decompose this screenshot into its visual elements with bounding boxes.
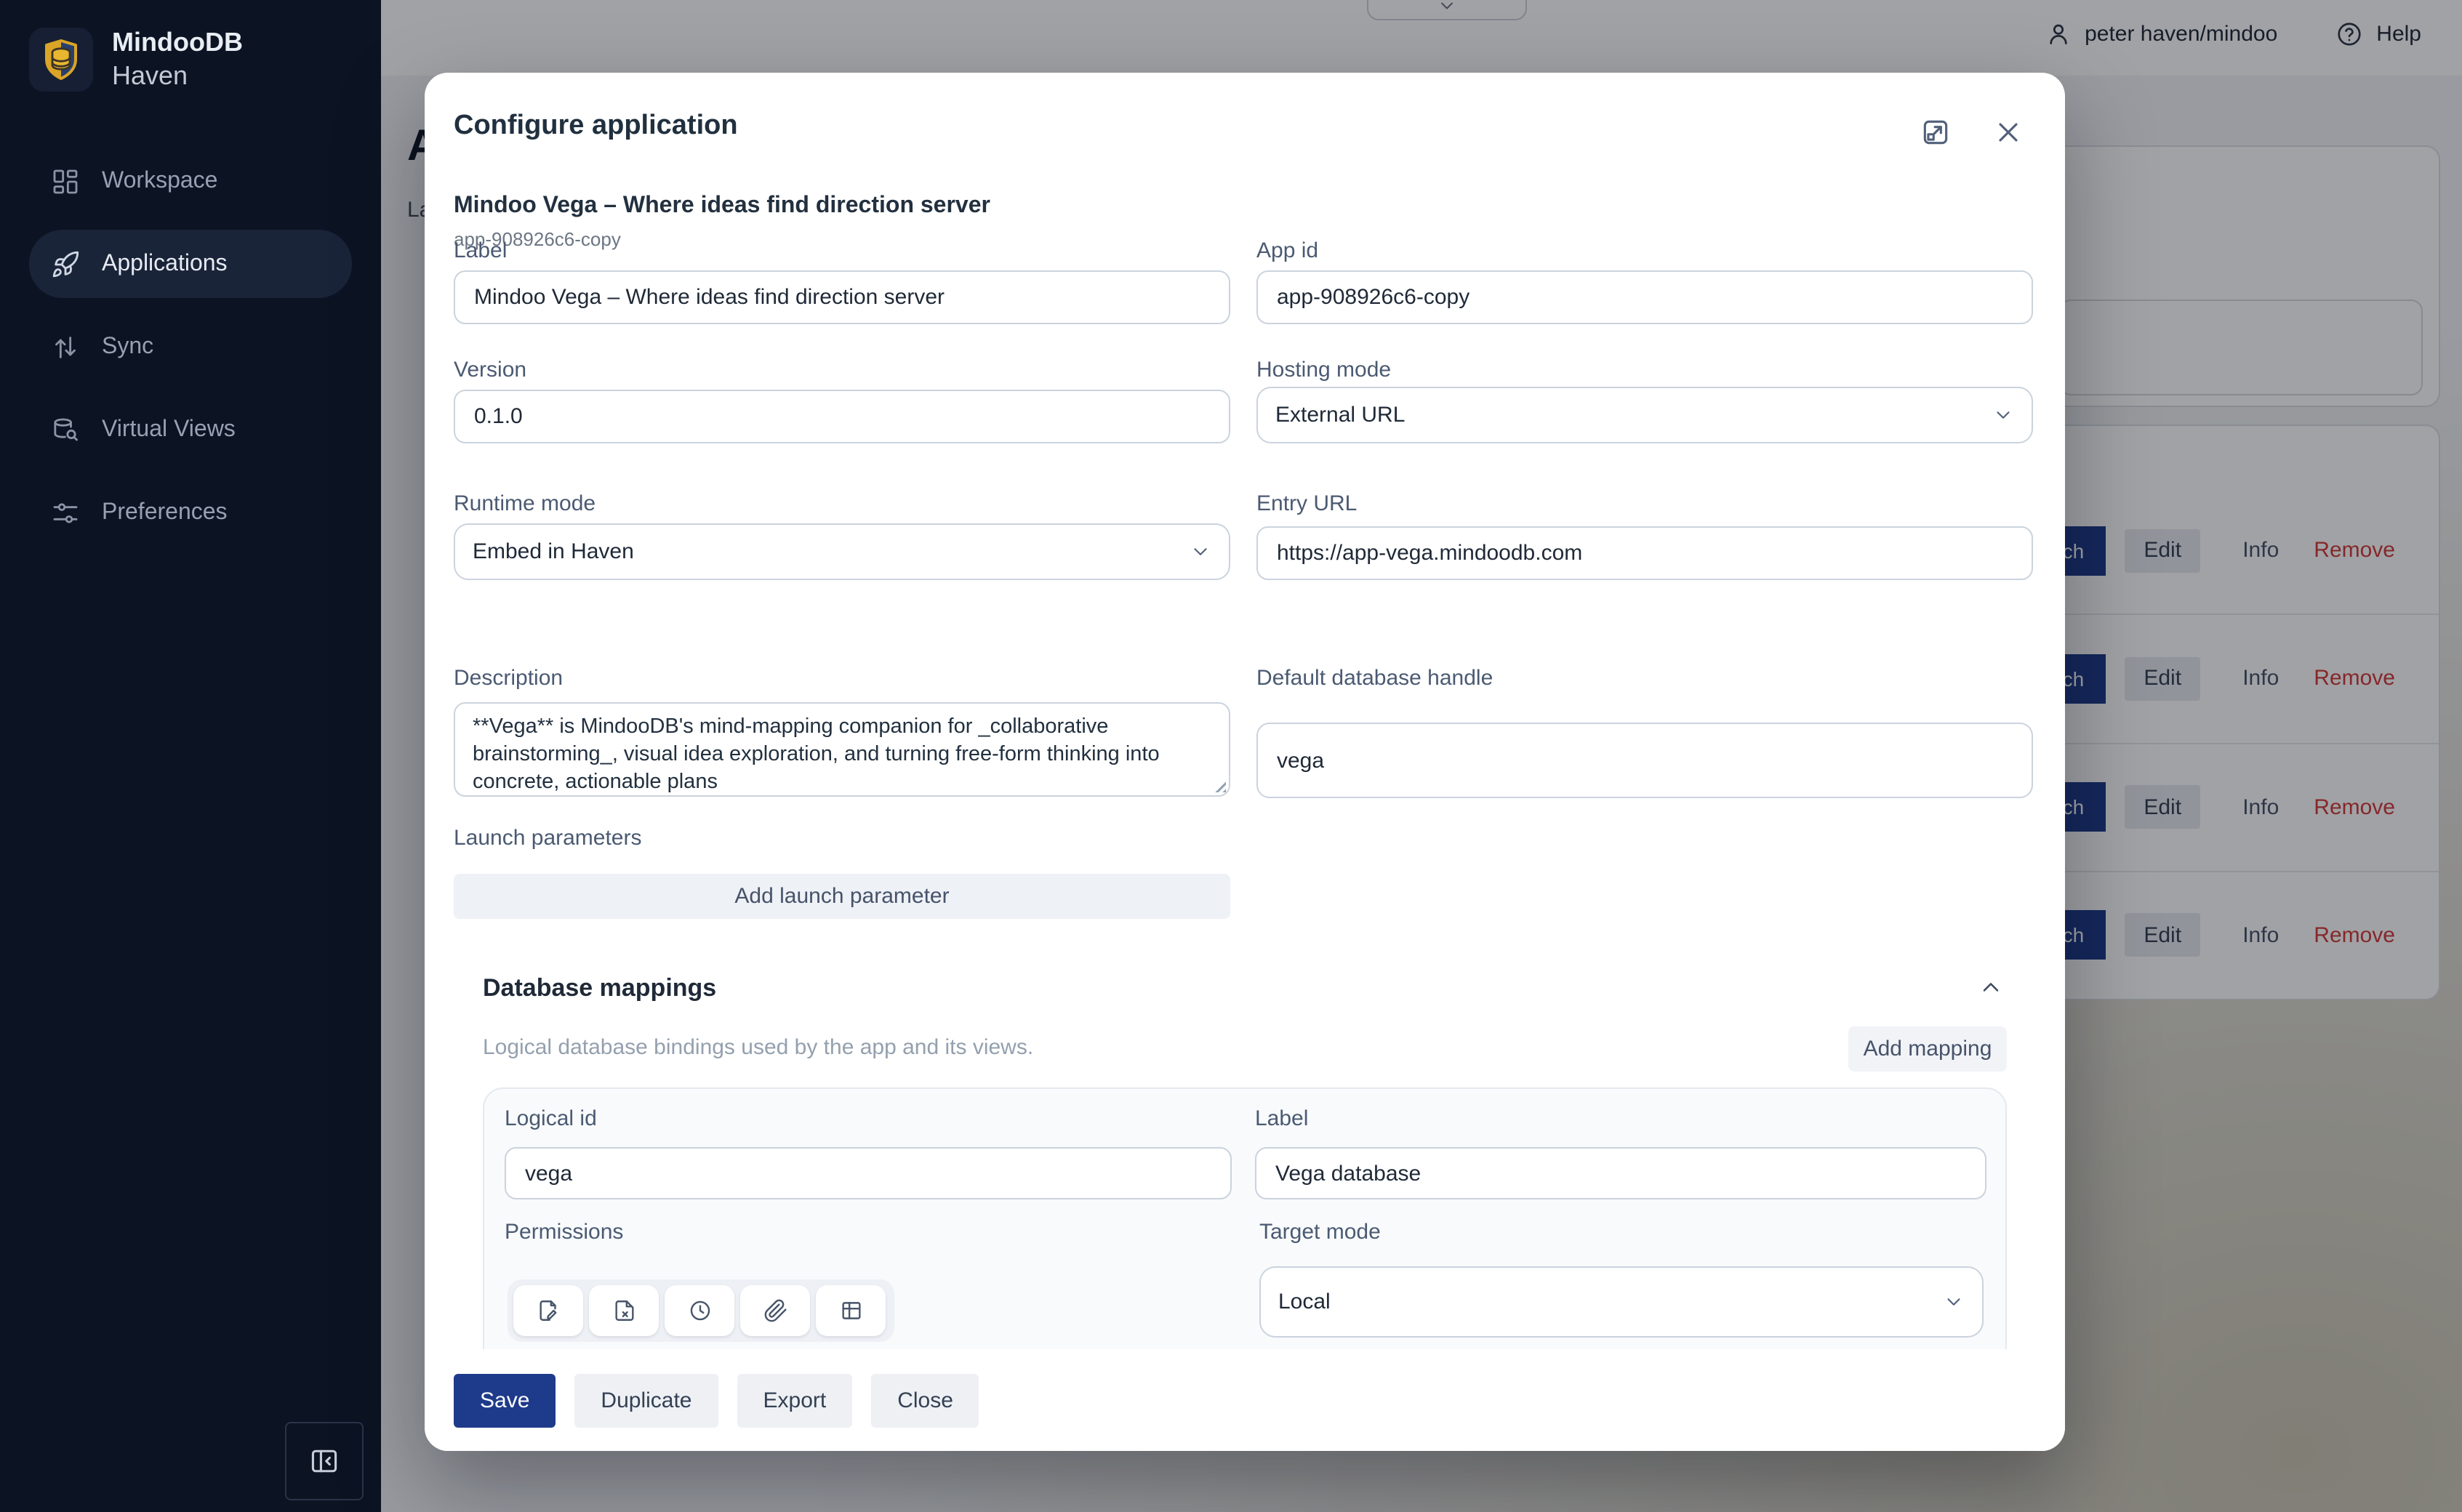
sidebar-item-label: Workspace	[102, 168, 217, 194]
chevron-up-icon	[1978, 974, 2004, 1000]
target-mode-select[interactable]: Local	[1259, 1266, 1984, 1338]
mapping-label-input[interactable]	[1255, 1147, 1986, 1199]
sliders-icon	[51, 498, 80, 527]
version-field-label: Version	[454, 358, 526, 382]
sidebar: MindooDB Haven Workspace Applications Sy…	[0, 0, 381, 1512]
brand-logo-icon	[29, 28, 93, 92]
database-search-icon	[51, 415, 80, 444]
sidebar-collapse-button[interactable]	[285, 1422, 364, 1500]
runtime-mode-value: Embed in Haven	[473, 539, 634, 564]
chevron-down-icon	[1190, 541, 1211, 563]
modal-footer: Save Duplicate Export Close	[425, 1349, 2065, 1451]
paperclip-icon	[763, 1298, 787, 1323]
permissions-label: Permissions	[505, 1220, 623, 1244]
workspace-grid-icon	[51, 166, 80, 196]
permission-tables-button[interactable]	[816, 1285, 886, 1336]
sidebar-item-label: Applications	[102, 251, 228, 277]
sidebar-menu: Workspace Applications Sync Virtual View…	[29, 147, 352, 561]
logical-id-input[interactable]	[505, 1147, 1232, 1199]
runtime-mode-select[interactable]: Embed in Haven	[454, 523, 1230, 580]
target-mode-field-label: Target mode	[1259, 1220, 1381, 1244]
permission-attachments-button[interactable]	[740, 1285, 810, 1336]
permission-history-button[interactable]	[665, 1285, 734, 1336]
file-x-icon	[612, 1298, 636, 1323]
sidebar-item-applications[interactable]: Applications	[29, 230, 352, 298]
brand: MindooDB Haven	[29, 26, 243, 93]
clock-icon	[687, 1298, 712, 1323]
version-input[interactable]	[454, 390, 1230, 443]
mapping-label-field-label: Label	[1255, 1106, 1308, 1131]
hosting-mode-value: External URL	[1275, 403, 1405, 427]
brand-name: MindooDB	[112, 26, 243, 60]
sidebar-item-label: Sync	[102, 334, 153, 360]
runtime-mode-field-label: Runtime mode	[454, 491, 596, 516]
collapse-panel-icon	[308, 1445, 340, 1477]
chevron-down-icon	[1943, 1291, 1965, 1313]
entry-url-field-label: Entry URL	[1256, 491, 1357, 516]
configure-application-modal: Configure application Mindoo Vega – Wher…	[425, 73, 2065, 1451]
add-mapping-button[interactable]: Add mapping	[1848, 1026, 2007, 1071]
label-field-label: Label	[454, 238, 507, 263]
permission-file-delete-button[interactable]	[589, 1285, 659, 1336]
app-root: peter haven/mindoo Help Applications Lau…	[0, 0, 2462, 1512]
database-mappings-heading: Database mappings	[483, 974, 716, 1003]
modal-app-name: Mindoo Vega – Where ideas find direction…	[454, 193, 990, 220]
permission-file-edit-button[interactable]	[513, 1285, 583, 1336]
expand-icon	[1920, 116, 1952, 148]
mapping-card: Logical id Label Permissions	[483, 1087, 2007, 1349]
modal-title: Configure application	[454, 110, 738, 142]
table-icon	[838, 1298, 863, 1323]
target-mode-value: Local	[1278, 1290, 1331, 1314]
collapse-section-button[interactable]	[1978, 974, 2004, 1008]
sidebar-item-sync[interactable]: Sync	[29, 313, 352, 381]
rocket-icon	[51, 249, 80, 278]
launch-parameters-label: Launch parameters	[454, 826, 642, 850]
entry-url-input[interactable]	[1256, 526, 2033, 580]
close-icon	[1992, 116, 2024, 148]
description-field-label: Description	[454, 666, 563, 691]
file-edit-icon	[536, 1298, 561, 1323]
sync-arrows-icon	[51, 332, 80, 361]
description-textarea[interactable]: **Vega** is MindooDB's mind-mapping comp…	[454, 702, 1230, 797]
database-mappings-description: Logical database bindings used by the ap…	[483, 1035, 1033, 1060]
default-db-input[interactable]	[1256, 723, 2033, 798]
sidebar-item-label: Preferences	[102, 499, 228, 526]
expand-modal-button[interactable]	[1920, 116, 1952, 148]
add-launch-parameter-button[interactable]: Add launch parameter	[454, 874, 1230, 919]
description-textarea-wrap: **Vega** is MindooDB's mind-mapping comp…	[454, 702, 1230, 797]
default-db-field-label: Default database handle	[1256, 666, 1493, 691]
app-id-field-label: App id	[1256, 238, 1318, 263]
label-input[interactable]	[454, 270, 1230, 324]
duplicate-button[interactable]: Duplicate	[574, 1373, 718, 1427]
sidebar-item-workspace[interactable]: Workspace	[29, 147, 352, 215]
sidebar-item-label: Virtual Views	[102, 417, 236, 443]
app-id-input[interactable]	[1256, 270, 2033, 324]
modal-body: Configure application Mindoo Vega – Wher…	[425, 73, 2065, 1349]
permissions-toggle-group	[508, 1279, 894, 1342]
chevron-down-icon	[1992, 404, 2014, 426]
hosting-mode-field-label: Hosting mode	[1256, 358, 1391, 382]
sidebar-item-virtual-views[interactable]: Virtual Views	[29, 395, 352, 464]
save-button[interactable]: Save	[454, 1373, 556, 1427]
brand-subname: Haven	[112, 60, 243, 93]
logical-id-field-label: Logical id	[505, 1106, 597, 1131]
close-modal-button[interactable]	[1992, 116, 2024, 148]
sidebar-item-preferences[interactable]: Preferences	[29, 478, 352, 547]
hosting-mode-select[interactable]: External URL	[1256, 387, 2033, 443]
export-button[interactable]: Export	[737, 1373, 853, 1427]
close-button[interactable]: Close	[871, 1373, 979, 1427]
